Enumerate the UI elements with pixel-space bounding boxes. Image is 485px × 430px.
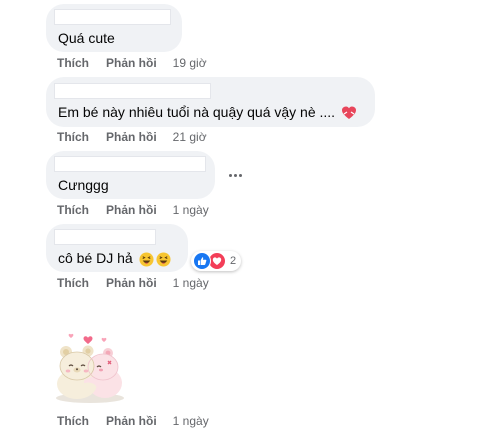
timestamp[interactable]: 19 giờ: [173, 56, 207, 70]
like-button[interactable]: Thích: [57, 56, 89, 70]
comment-text-content: Em bé này nhiêu tuổi nà quậy quá vậy nè …: [58, 104, 336, 120]
comment-actions: Thích Phản hồi 1 ngày: [57, 203, 209, 217]
comment-bubble: Cưnggg: [46, 151, 215, 199]
comment-actions: Thích Phản hồi 1 ngày: [57, 414, 209, 428]
more-options-icon[interactable]: [225, 167, 245, 183]
timestamp[interactable]: 1 ngày: [173, 414, 209, 428]
laughing-emoji-icon: [139, 252, 154, 267]
comment-bubble: Quá cute: [46, 4, 182, 52]
comment-bubble: Em bé này nhiêu tuổi nà quậy quá vậy nè …: [46, 77, 375, 127]
comment-text: Em bé này nhiêu tuổi nà quậy quá vậy nè …: [58, 104, 357, 121]
teddy-bears-hugging-sticker: [50, 330, 130, 406]
author-name-redacted[interactable]: [54, 83, 211, 99]
author-name-redacted[interactable]: [54, 9, 171, 25]
comment-bubble: cô bé DJ hả: [46, 224, 188, 272]
comment-actions: Thích Phản hồi 1 ngày: [57, 276, 209, 290]
like-button[interactable]: Thích: [57, 203, 89, 217]
like-reaction-icon: [193, 252, 211, 270]
comment-text: cô bé DJ hả: [58, 250, 171, 267]
laughing-emoji-icon: [156, 252, 171, 267]
reaction-summary[interactable]: 2: [191, 251, 242, 271]
author-name-redacted[interactable]: [54, 156, 206, 172]
reply-button[interactable]: Phản hồi: [106, 203, 157, 217]
comment-actions: Thích Phản hồi 21 giờ: [57, 130, 207, 144]
reply-button[interactable]: Phản hồi: [106, 130, 157, 144]
like-button[interactable]: Thích: [57, 276, 89, 290]
comment-text-content: cô bé DJ hả: [58, 250, 133, 266]
like-button[interactable]: Thích: [57, 130, 89, 144]
reply-button[interactable]: Phản hồi: [106, 276, 157, 290]
comment-text: Cưnggg: [58, 177, 109, 193]
reply-button[interactable]: Phản hồi: [106, 56, 157, 70]
timestamp[interactable]: 1 ngày: [173, 203, 209, 217]
timestamp[interactable]: 1 ngày: [173, 276, 209, 290]
comment-actions: Thích Phản hồi 19 giờ: [57, 56, 207, 70]
reply-button[interactable]: Phản hồi: [106, 414, 157, 428]
timestamp[interactable]: 21 giờ: [173, 130, 207, 144]
reaction-count: 2: [230, 255, 237, 267]
comment-text: Quá cute: [58, 30, 115, 46]
like-button[interactable]: Thích: [57, 414, 89, 428]
heart-hug-emoji-icon: [341, 106, 356, 120]
author-name-redacted[interactable]: [54, 229, 156, 245]
